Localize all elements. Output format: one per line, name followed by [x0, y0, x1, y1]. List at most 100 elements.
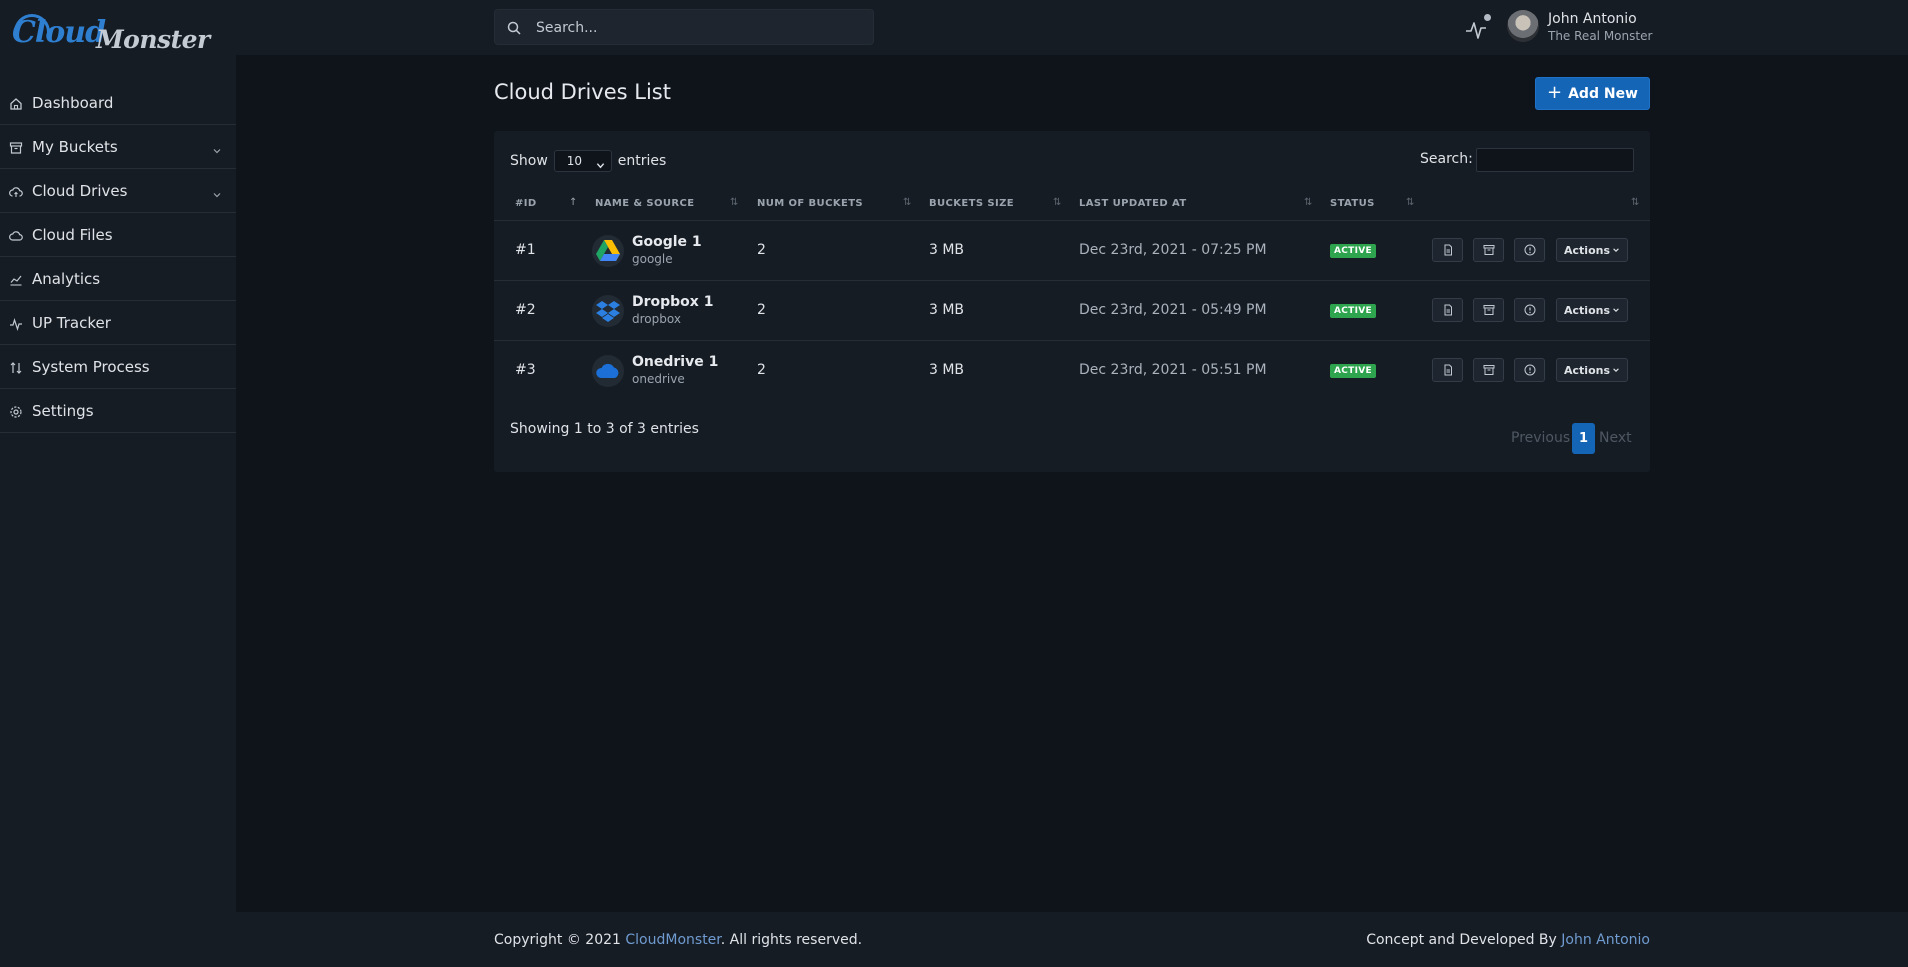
sort-icon: ⇅ [1304, 197, 1313, 208]
google-drive-icon [592, 235, 624, 267]
drive-source: google [632, 252, 673, 266]
sidebar-item-cloud-drives[interactable]: Cloud Drives [0, 169, 236, 213]
entries-label: entries [617, 153, 667, 169]
column-header-status[interactable]: STATUS [1330, 198, 1375, 209]
column-header-name-source[interactable]: NAME & SOURCE [595, 198, 694, 209]
last-updated: Dec 23rd, 2021 - 05:51 PM [1079, 362, 1267, 378]
sidebar-item-my-buckets[interactable]: My Buckets [0, 125, 236, 169]
status-badge: ACTIVE [1330, 364, 1376, 378]
developer-link[interactable]: John Antonio [1561, 932, 1650, 948]
archive-button[interactable] [1473, 358, 1504, 382]
copyright: Copyright © 2021 CloudMonster. All right… [494, 932, 862, 948]
logo-text-monster: Monster [96, 25, 210, 54]
actions-label: Actions [1564, 243, 1610, 257]
column-header-num-buckets[interactable]: NUM OF BUCKETS [757, 198, 863, 209]
column-header-buckets-size[interactable]: BUCKETS SIZE [929, 198, 1014, 209]
drive-name[interactable]: Dropbox 1 [632, 294, 713, 310]
buckets-size: 3 MB [929, 242, 965, 258]
info-button[interactable] [1514, 238, 1545, 262]
chevron-down-icon [1612, 244, 1620, 257]
sidebar-item-cloud-files[interactable]: Cloud Files [0, 213, 236, 257]
actions-dropdown-button[interactable]: Actions [1556, 238, 1628, 262]
page-title: Cloud Drives List [494, 80, 671, 104]
drive-name[interactable]: Onedrive 1 [632, 354, 718, 370]
arrows-updown-icon [9, 360, 23, 374]
page-length-select[interactable]: 10 [553, 150, 612, 172]
info-button[interactable] [1514, 298, 1545, 322]
view-button[interactable] [1432, 358, 1463, 382]
chevron-down-icon [1612, 364, 1620, 377]
cloud-icon [9, 228, 23, 242]
chevron-down-icon [596, 156, 605, 169]
chart-icon [9, 272, 23, 286]
sidebar-item-label: Settings [32, 402, 94, 420]
notification-dot [1484, 14, 1491, 21]
sort-icon: ⇅ [1053, 197, 1062, 208]
actions-dropdown-button[interactable]: Actions [1556, 298, 1628, 322]
archive-icon [1483, 241, 1495, 260]
sidebar-item-system-process[interactable]: System Process [0, 345, 236, 389]
sidebar-item-label: Analytics [32, 270, 101, 288]
add-new-label: Add New [1568, 85, 1638, 102]
activity-icon [9, 316, 23, 331]
page-length-value: 10 [566, 154, 583, 168]
sidebar-item-up-tracker[interactable]: UP Tracker [0, 301, 236, 345]
last-updated: Dec 23rd, 2021 - 05:49 PM [1079, 302, 1267, 318]
developer-credit: Concept and Developed By John Antonio [1366, 932, 1650, 948]
info-icon [1524, 301, 1536, 320]
chevron-down-icon [212, 185, 222, 198]
sidebar-item-settings[interactable]: Settings [0, 389, 236, 433]
credit-prefix: Concept and Developed By [1366, 932, 1562, 948]
column-header-id[interactable]: #ID [515, 198, 537, 209]
chevron-down-icon [1612, 304, 1620, 317]
cloud-drives-table-card: Show 10 entries Search: #ID ↑ NAME & SOU… [494, 131, 1650, 472]
sort-icon: ⇅ [1631, 197, 1640, 208]
global-search-input[interactable]: Search... [494, 9, 874, 45]
sidebar-item-label: System Process [32, 358, 150, 376]
table-search-input[interactable] [1476, 148, 1634, 172]
sidebar-item-label: Cloud Drives [32, 182, 128, 200]
user-name[interactable]: John Antonio [1548, 11, 1637, 27]
pagination-previous[interactable]: Previous [1511, 430, 1570, 446]
copyright-suffix: . All rights reserved. [720, 932, 863, 948]
avatar[interactable] [1507, 10, 1539, 42]
cloudmonster-link[interactable]: CloudMonster [625, 932, 720, 948]
row-id: #3 [515, 362, 536, 378]
sidebar-item-analytics[interactable]: Analytics [0, 257, 236, 301]
pagination-next[interactable]: Next [1599, 430, 1632, 446]
num-buckets: 2 [757, 302, 766, 318]
drive-name[interactable]: Google 1 [632, 234, 702, 250]
cloud-upload-icon [9, 184, 23, 198]
column-header-last-updated[interactable]: LAST UPDATED AT [1079, 198, 1187, 209]
archive-icon [1483, 361, 1495, 380]
file-icon [1442, 241, 1454, 260]
sidebar-item-dashboard[interactable]: Dashboard [0, 81, 236, 125]
page-length-control: Show 10 entries [510, 150, 666, 172]
activity-notifications-button[interactable] [1464, 14, 1492, 42]
actions-label: Actions [1564, 363, 1610, 377]
search-icon [507, 20, 521, 39]
table-row: #1 Google 1 google 2 3 MB Dec 23rd, 2021… [494, 221, 1650, 280]
add-new-button[interactable]: + Add New [1535, 77, 1650, 110]
actions-dropdown-button[interactable]: Actions [1556, 358, 1628, 382]
onedrive-icon [592, 355, 624, 387]
sidebar-item-label: Dashboard [32, 94, 114, 112]
footer: Copyright © 2021 CloudMonster. All right… [0, 912, 1908, 967]
info-button[interactable] [1514, 358, 1545, 382]
logo[interactable]: Cloud Monster [10, 10, 210, 56]
sort-icon: ⇅ [903, 197, 912, 208]
sidebar: Dashboard My Buckets Cloud Drives Cloud … [0, 55, 236, 912]
archive-button[interactable] [1473, 298, 1504, 322]
view-button[interactable] [1432, 238, 1463, 262]
row-id: #1 [515, 242, 536, 258]
pagination-page-1[interactable]: 1 [1572, 423, 1595, 454]
num-buckets: 2 [757, 242, 766, 258]
file-icon [1442, 301, 1454, 320]
info-icon [1524, 361, 1536, 380]
table-row: #3 Onedrive 1 onedrive 2 3 MB Dec 23rd, … [494, 341, 1650, 400]
view-button[interactable] [1432, 298, 1463, 322]
sort-asc-icon: ↑ [569, 197, 578, 208]
top-header: Cloud Monster Search... John Antonio The… [0, 0, 1908, 55]
archive-icon [1483, 301, 1495, 320]
archive-button[interactable] [1473, 238, 1504, 262]
